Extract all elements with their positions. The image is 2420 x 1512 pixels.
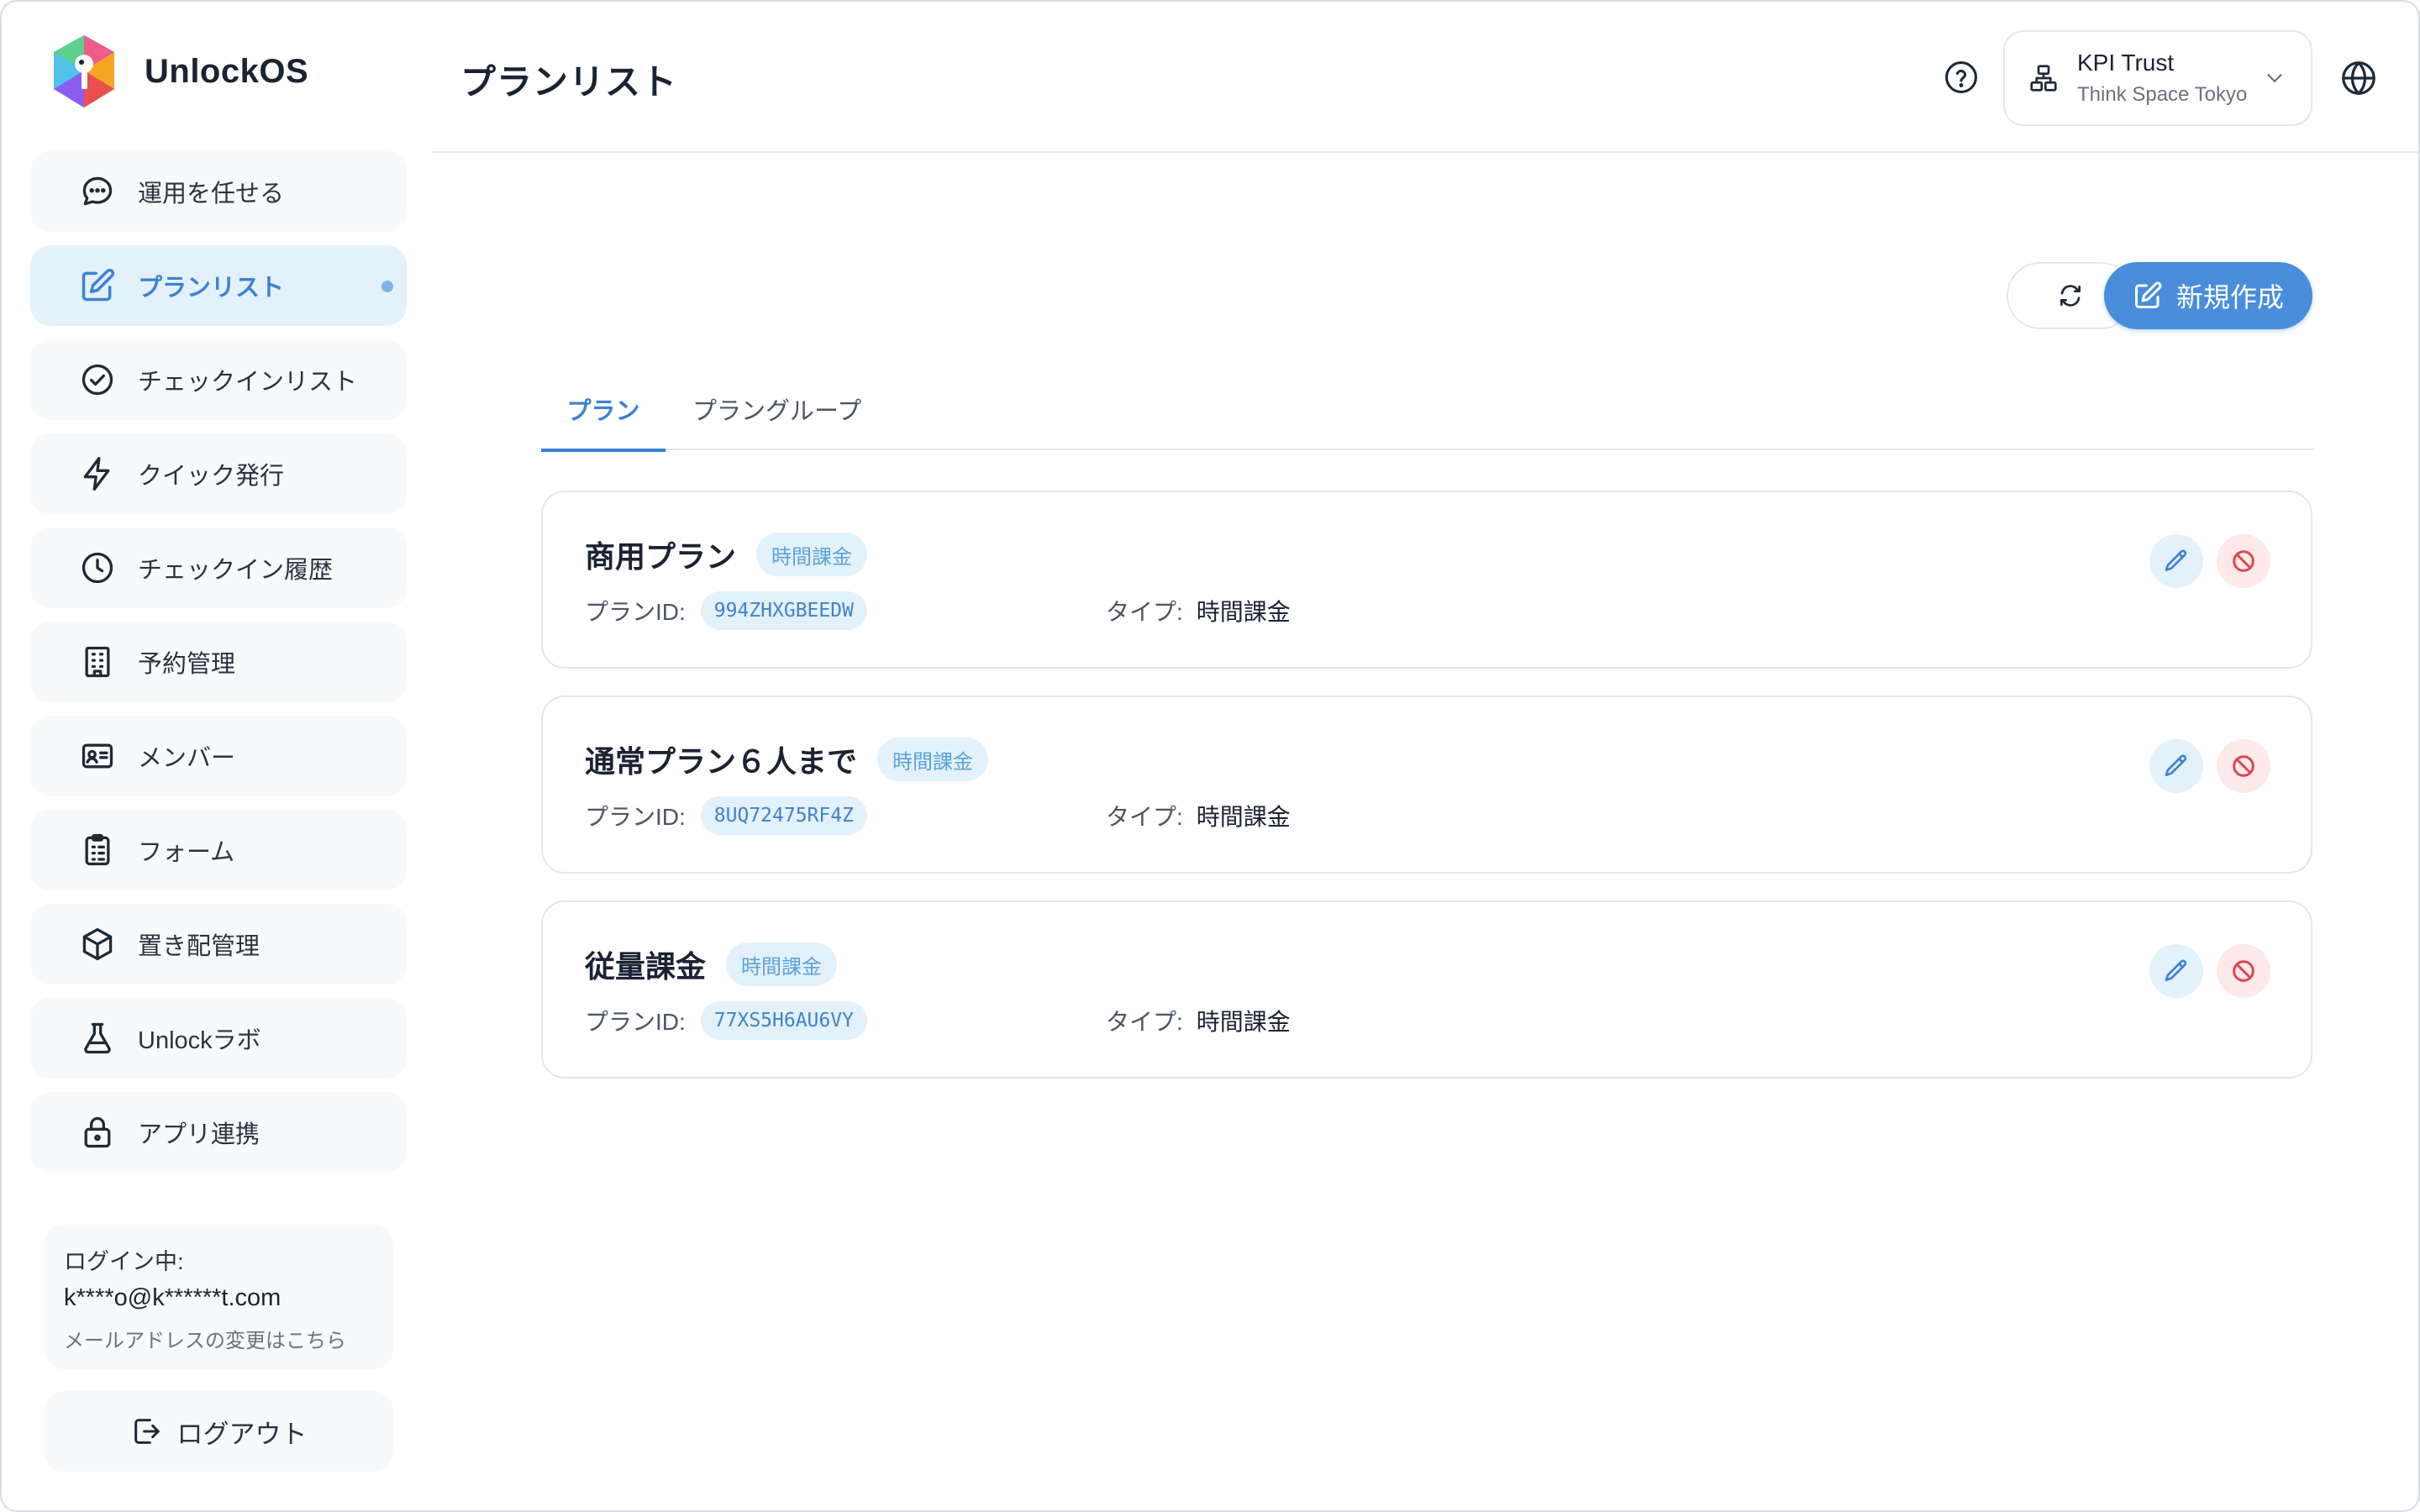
page-title: プランリスト [460,62,678,102]
org-space: Think Space Tokyo [2077,83,2248,106]
billing-badge: 時間課金 [877,738,989,781]
lock-icon [79,1114,116,1151]
package-icon [79,926,116,963]
plan-id-label: プランID: [585,599,686,625]
sidebar-item-label: プランリスト [138,275,285,302]
sidebar: UnlockOS 運用を任せる プランリスト チェックインリスト クイック発行 … [2,2,432,1510]
plan-name: 商用プラン [585,539,737,574]
sidebar-item-label: 運用を任せる [138,181,285,207]
billing-badge: 時間課金 [726,942,838,986]
help-icon[interactable] [1943,59,1980,96]
sidebar-item-quick-issue[interactable]: クイック発行 [30,433,407,514]
clock-icon [79,549,116,586]
change-email-link[interactable]: メールアドレスの変更はこちら [64,1324,373,1353]
ban-icon [2233,960,2254,982]
sidebar-item-checkin-list[interactable]: チェックインリスト [30,339,407,420]
brand[interactable]: UnlockOS [50,34,308,109]
sidebar-item-label: メンバー [138,745,236,772]
logout-button[interactable]: ログアウト [44,1391,393,1472]
refresh-icon [2060,285,2081,307]
sidebar-nav: 運用を任せる プランリスト チェックインリスト クイック発行 チェックイン履歴 … [30,151,407,1186]
plan-id-label: プランID: [585,1009,686,1035]
pencil-icon [2165,959,2187,981]
sidebar-item-label: チェックインリスト [138,369,358,396]
tab-plan-groups[interactable]: プラングループ [692,391,861,449]
logout-label: ログアウト [176,1419,308,1449]
unlockos-logo [54,35,114,108]
edit-plan-button[interactable] [2149,739,2203,793]
chevron-down-icon [2267,74,2282,82]
plan-type-value: 時間課金 [1196,599,1291,625]
app-window: UnlockOS 運用を任せる プランリスト チェックインリスト クイック発行 … [0,0,2420,1512]
lightning-icon [79,455,116,492]
ban-icon [2233,550,2254,572]
login-info: ログイン中: k****o@k******t.com メールアドレスの変更はこち… [44,1225,393,1369]
plan-id-label: プランID: [585,804,686,830]
sidebar-item-label: クイック発行 [138,463,285,490]
org-hierarchy-icon [2030,65,2057,92]
plan-type-label: タイプ: [1106,1009,1183,1035]
sidebar-item-forms[interactable]: フォーム [30,810,407,890]
clipboard-icon [79,832,116,869]
check-circle-icon [79,361,116,398]
edit-square-icon [79,267,116,304]
sidebar-item-label: Unlockラボ [138,1027,261,1054]
logout-icon [134,1419,160,1444]
sidebar-item-label: 予約管理 [138,651,236,678]
plan-type-label: タイプ: [1106,599,1183,625]
plan-id-chip: 994ZHXGBEEDW [700,591,867,630]
sidebar-item-operations[interactable]: 運用を任せる [30,151,407,232]
sidebar-item-reservations[interactable]: 予約管理 [30,622,407,702]
active-indicator-dot [381,281,393,292]
disable-plan-button[interactable] [2217,534,2270,588]
tab-plans[interactable]: プラン [541,391,666,452]
login-label: ログイン中: [64,1249,184,1274]
app-name: UnlockOS [145,52,309,90]
plan-card[interactable]: 従量課金 時間課金 プランID: 77XS5H6AU6VY タイプ: 時間課金 [541,900,2312,1079]
plan-type-label: タイプ: [1106,804,1183,830]
edit-plan-button[interactable] [2149,534,2203,588]
sidebar-item-label: チェックイン履歴 [138,557,334,584]
sidebar-item-label: 置き配管理 [138,933,260,960]
plan-card[interactable]: 商用プラン 時間課金 プランID: 994ZHXGBEEDW タイプ: 時間課金 [541,491,2312,669]
sidebar-item-label: アプリ連携 [138,1121,260,1148]
plan-type-value: 時間課金 [1196,804,1291,830]
top-header: プランリスト KPI Trust Think Space Tokyo [432,2,2418,153]
create-new-label: 新規作成 [2175,282,2284,312]
sidebar-item-plan-list[interactable]: プランリスト [30,245,407,326]
disable-plan-button[interactable] [2217,739,2270,793]
plan-id-chip: 77XS5H6AU6VY [700,1001,867,1040]
sidebar-item-unlock-lab[interactable]: Unlockラボ [30,998,407,1079]
organization-switcher[interactable]: KPI Trust Think Space Tokyo [2003,30,2312,126]
create-new-button[interactable]: 新規作成 [2104,262,2312,329]
edit-square-icon [2134,281,2162,308]
plan-tabs: プラン プラングループ [541,381,2314,452]
plan-type-value: 時間課金 [1196,1009,1291,1035]
edit-plan-button[interactable] [2149,944,2203,998]
plan-name: 従量課金 [585,949,707,984]
building-icon [79,643,116,680]
id-card-icon [79,738,116,774]
flask-icon [79,1020,116,1057]
sidebar-item-app-integration[interactable]: アプリ連携 [30,1092,407,1173]
sidebar-item-delivery[interactable]: 置き配管理 [30,904,407,984]
sidebar-item-checkin-history[interactable]: チェックイン履歴 [30,528,407,608]
chat-bubble-icon [79,173,116,210]
ban-icon [2233,755,2254,777]
billing-badge: 時間課金 [756,533,868,576]
disable-plan-button[interactable] [2217,944,2270,998]
plan-card[interactable]: 通常プラン６人まで 時間課金 プランID: 8UQ72475RF4Z タイプ: … [541,696,2312,874]
login-email: k****o@k******t.com [64,1284,281,1311]
sidebar-item-label: フォーム [138,839,235,866]
pencil-icon [2165,549,2187,571]
sidebar-item-members[interactable]: メンバー [30,716,407,796]
plan-id-chip: 8UQ72475RF4Z [700,796,867,835]
pencil-icon [2165,754,2187,776]
globe-icon[interactable] [2339,59,2378,97]
org-name: KPI Trust [2077,50,2175,76]
plan-name: 通常プラン６人まで [585,744,858,779]
